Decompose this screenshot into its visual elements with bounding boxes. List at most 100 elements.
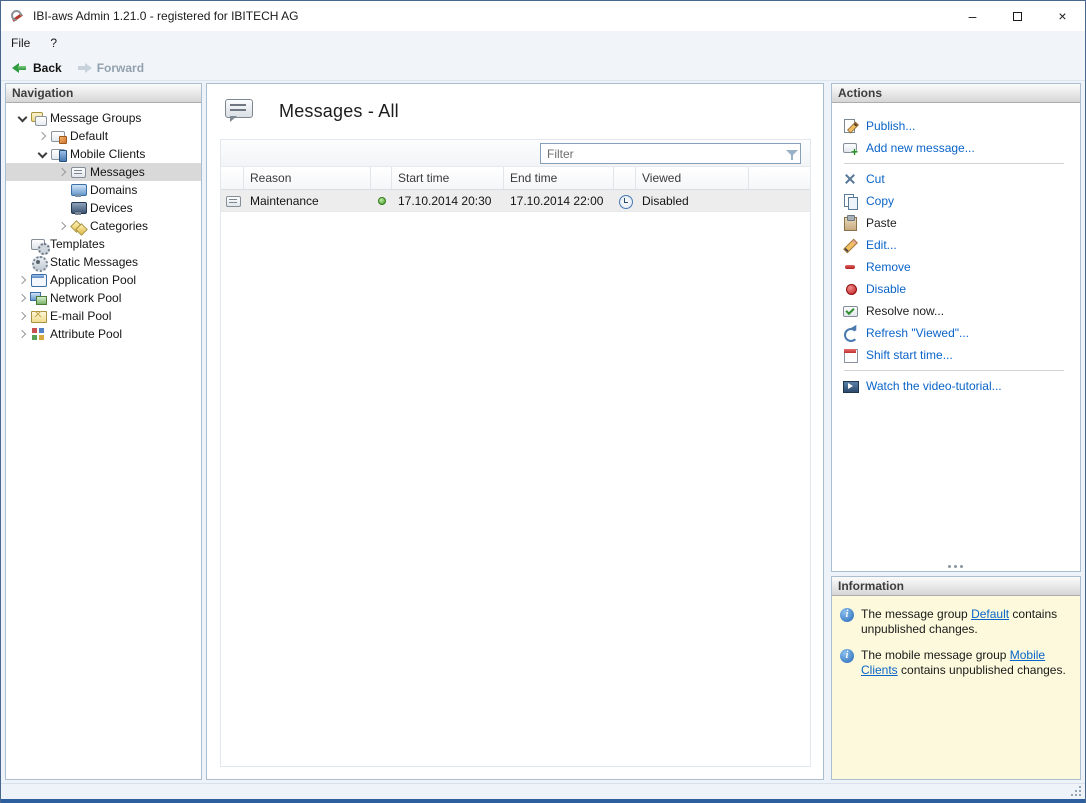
action-edit[interactable]: Edit... <box>842 234 1074 256</box>
tree-item-network-pool[interactable]: Network Pool <box>6 289 201 307</box>
action-label: Copy <box>866 194 894 208</box>
forward-label: Forward <box>97 61 144 75</box>
action-watch-video-tutorial[interactable]: Watch the video-tutorial... <box>842 375 1074 397</box>
publish-icon <box>842 118 858 134</box>
expander-icon <box>14 254 30 270</box>
expander-icon[interactable] <box>34 146 50 162</box>
action-paste[interactable]: Paste <box>842 212 1074 234</box>
tree-item-message-groups[interactable]: Message Groups <box>6 109 201 127</box>
tree-item-label: Static Messages <box>50 255 138 269</box>
shift-start-icon <box>842 347 858 363</box>
cell-viewed: Disabled <box>636 194 749 208</box>
tree-item-label: Mobile Clients <box>70 147 145 161</box>
action-add-new-message[interactable]: Add new message... <box>842 137 1074 159</box>
minimize-button[interactable]: – <box>950 1 995 31</box>
messages-icon <box>70 164 86 180</box>
mobile-clients-icon <box>50 146 66 162</box>
tree-item-messages[interactable]: Messages <box>6 163 201 181</box>
expander-icon[interactable] <box>54 164 70 180</box>
disable-icon <box>842 281 858 297</box>
main-panel: Messages - All Reason Start time End tim… <box>206 83 824 780</box>
page-title: Messages - All <box>279 101 399 122</box>
expander-icon[interactable] <box>14 110 30 126</box>
table-header: Reason Start time End time Viewed <box>221 167 810 190</box>
actions-panel: Actions Publish... Add new message... Cu… <box>831 83 1081 572</box>
table-row[interactable]: Maintenance 17.10.2014 20:30 17.10.2014 … <box>221 190 810 212</box>
action-resolve-now[interactable]: Resolve now... <box>842 300 1074 322</box>
back-button[interactable]: Back <box>5 57 69 80</box>
navigation-panel: Navigation Message Groups Default Mobile… <box>5 83 202 780</box>
expander-icon[interactable] <box>34 128 50 144</box>
action-refresh-viewed[interactable]: Refresh "Viewed"... <box>842 322 1074 344</box>
menu-file[interactable]: File <box>1 31 40 56</box>
categories-icon <box>70 218 86 234</box>
tree-item-label: Templates <box>50 237 105 251</box>
tree-item-email-pool[interactable]: E-mail Pool <box>6 307 201 325</box>
info-text: The message group Default contains unpub… <box>861 607 1072 637</box>
column-header-reason[interactable]: Reason <box>244 167 371 189</box>
column-header-start-time[interactable]: Start time <box>392 167 504 189</box>
action-disable[interactable]: Disable <box>842 278 1074 300</box>
forward-button[interactable]: Forward <box>69 57 151 80</box>
expander-icon[interactable] <box>14 326 30 342</box>
back-label: Back <box>33 61 62 75</box>
expander-icon <box>14 236 30 252</box>
tree-item-categories[interactable]: Categories <box>6 217 201 235</box>
close-button[interactable]: × <box>1040 1 1085 31</box>
tree-item-templates[interactable]: Templates <box>6 235 201 253</box>
column-header-filler <box>749 167 810 189</box>
tree-item-static-messages[interactable]: Static Messages <box>6 253 201 271</box>
info-item-mobile-clients-group: The mobile message group Mobile Clients … <box>840 648 1072 678</box>
messages-title-icon <box>223 98 255 124</box>
maximize-button[interactable] <box>995 1 1040 31</box>
action-label: Cut <box>866 172 885 186</box>
filter-funnel-icon[interactable] <box>784 146 800 162</box>
active-status-icon <box>378 197 386 205</box>
action-list: Publish... Add new message... Cut Copy P… <box>832 103 1080 397</box>
panel-splitter-handle[interactable] <box>948 565 951 568</box>
network-pool-icon <box>30 290 46 306</box>
tree-item-devices[interactable]: Devices <box>6 199 201 217</box>
expander-icon[interactable] <box>54 218 70 234</box>
tree-item-mobile-clients[interactable]: Mobile Clients <box>6 145 201 163</box>
action-remove[interactable]: Remove <box>842 256 1074 278</box>
speech-bubble-tail <box>230 116 237 122</box>
column-header-status[interactable] <box>371 167 392 189</box>
action-shift-start-time[interactable]: Shift start time... <box>842 344 1074 366</box>
menu-help[interactable]: ? <box>40 31 67 56</box>
actions-separator <box>844 163 1064 164</box>
column-header-viewed-icon[interactable] <box>614 167 636 189</box>
column-header-viewed[interactable]: Viewed <box>636 167 749 189</box>
column-header-end-time[interactable]: End time <box>504 167 614 189</box>
maximize-icon <box>1013 12 1022 21</box>
info-link-default[interactable]: Default <box>971 607 1009 621</box>
tree-item-domains[interactable]: Domains <box>6 181 201 199</box>
tree-item-label: Messages <box>90 165 145 179</box>
window-border <box>1 799 1085 803</box>
info-icon <box>840 649 854 663</box>
tree-item-default[interactable]: Default <box>6 127 201 145</box>
action-copy[interactable]: Copy <box>842 190 1074 212</box>
action-publish[interactable]: Publish... <box>842 115 1074 137</box>
devices-icon <box>70 200 86 216</box>
filter-band <box>221 140 810 167</box>
tree-item-label: Domains <box>90 183 137 197</box>
filter-input[interactable] <box>541 144 784 163</box>
action-cut[interactable]: Cut <box>842 168 1074 190</box>
tree-item-label: Application Pool <box>50 273 136 287</box>
tree-item-application-pool[interactable]: Application Pool <box>6 271 201 289</box>
navigation-tree: Message Groups Default Mobile Clients Me… <box>6 103 201 343</box>
expander-icon[interactable] <box>14 308 30 324</box>
add-message-icon <box>842 140 858 156</box>
tree-item-attribute-pool[interactable]: Attribute Pool <box>6 325 201 343</box>
expander-icon[interactable] <box>14 290 30 306</box>
titlebar[interactable]: IBI-aws Admin 1.21.0 - registered for IB… <box>1 1 1085 31</box>
app-window: IBI-aws Admin 1.21.0 - registered for IB… <box>0 0 1086 803</box>
tree-item-label: E-mail Pool <box>50 309 111 323</box>
window-title: IBI-aws Admin 1.21.0 - registered for IB… <box>33 9 298 23</box>
navigation-header: Navigation <box>6 84 201 103</box>
resize-grip[interactable] <box>1079 794 1081 796</box>
forward-arrow-icon <box>76 60 92 76</box>
column-header-type[interactable] <box>221 167 244 189</box>
expander-icon[interactable] <box>14 272 30 288</box>
